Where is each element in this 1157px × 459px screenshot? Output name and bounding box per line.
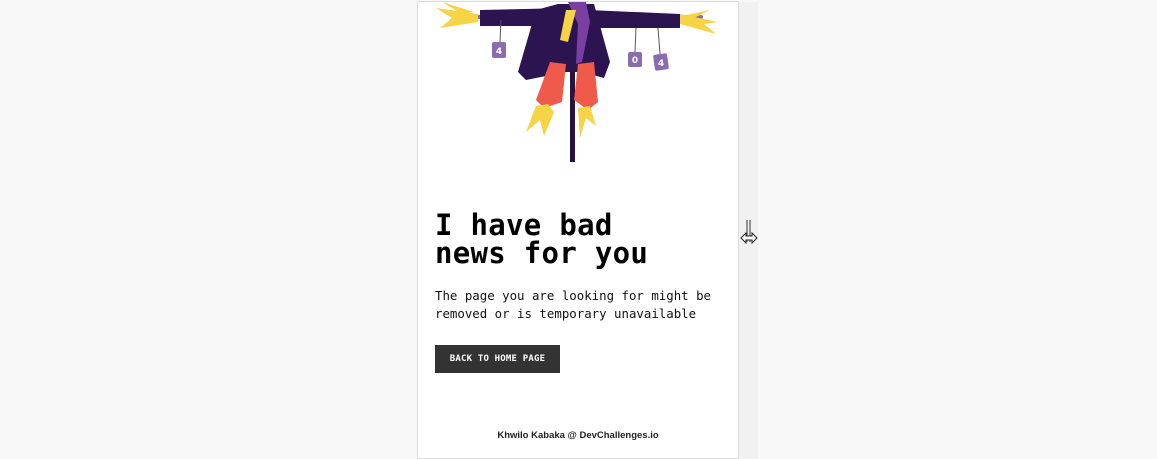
pole-icon bbox=[570, 62, 575, 162]
can-label: 4 bbox=[658, 59, 664, 69]
can-label: 4 bbox=[496, 47, 502, 57]
scarecrow-404-illustration: 4 0 4 bbox=[436, 2, 718, 162]
horizontal-resize-icon[interactable] bbox=[740, 218, 762, 248]
message-line-1: The page you are looking for might be bbox=[435, 288, 712, 303]
can-label: 0 bbox=[632, 56, 638, 66]
message-line-2: removed or is temporary unavailable bbox=[435, 306, 697, 321]
error-message: The page you are looking for might be re… bbox=[435, 287, 735, 323]
back-to-home-button[interactable]: BACK TO HOME PAGE bbox=[435, 345, 560, 373]
page-title: I have bad news for you bbox=[435, 211, 735, 270]
headline-line-2: news for you bbox=[435, 236, 649, 270]
straw-right-icon bbox=[680, 10, 718, 34]
footer-credit: Khwilo Kabaka @ DevChallenges.io bbox=[497, 430, 659, 441]
page-frame: 4 0 4 I have bad news for you The page y… bbox=[417, 1, 739, 459]
straw-left-icon bbox=[436, 2, 478, 28]
